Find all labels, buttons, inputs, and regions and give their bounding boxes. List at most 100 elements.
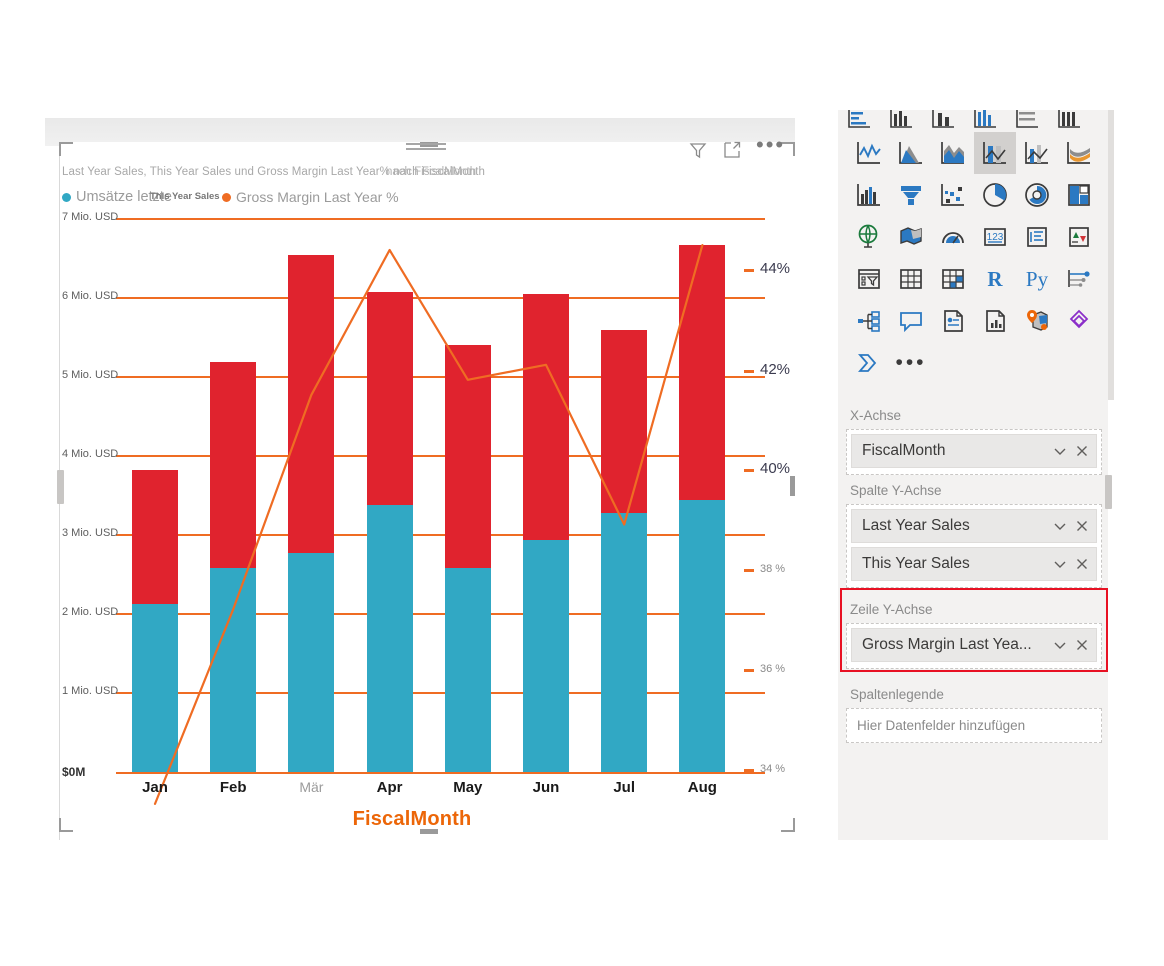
remove-field-icon[interactable] xyxy=(1074,443,1090,459)
bar-segment-last-year-sales[interactable] xyxy=(288,255,334,554)
legend-item-this-year-sales[interactable]: This Year Sales xyxy=(150,191,220,202)
field-pill[interactable]: FiscalMonth xyxy=(851,434,1097,468)
bar-segment-this-year-sales[interactable] xyxy=(210,568,256,772)
field-drop-zone[interactable]: FiscalMonth xyxy=(846,429,1102,475)
bar-column[interactable] xyxy=(601,330,647,772)
bar-column[interactable] xyxy=(210,362,256,772)
viz-icon-matrix[interactable] xyxy=(932,258,974,300)
viz-icon-power-apps[interactable] xyxy=(1058,300,1100,342)
field-well-label: Spalte Y-Achse xyxy=(838,475,1110,504)
bar-segment-this-year-sales[interactable] xyxy=(288,553,334,772)
svg-text:Py: Py xyxy=(1026,267,1049,291)
bar-segment-this-year-sales[interactable] xyxy=(445,568,491,772)
field-pill[interactable]: Gross Margin Last Yea... xyxy=(851,628,1097,662)
filter-icon[interactable] xyxy=(688,140,708,160)
bar-segment-this-year-sales[interactable] xyxy=(132,604,178,772)
field-pill-name: Gross Margin Last Yea... xyxy=(862,636,1046,654)
bar-segment-last-year-sales[interactable] xyxy=(523,294,569,540)
bar-segment-this-year-sales[interactable] xyxy=(679,500,725,772)
viz-icon-hundred-percent-stacked-bar[interactable] xyxy=(1006,110,1048,138)
viz-icon-card[interactable]: 123 xyxy=(974,216,1016,258)
bar-column[interactable] xyxy=(132,470,178,772)
visual-drag-handle[interactable] xyxy=(406,143,446,151)
viz-icon-gauge[interactable] xyxy=(932,216,974,258)
bar-segment-this-year-sales[interactable] xyxy=(523,540,569,772)
bar-segment-last-year-sales[interactable] xyxy=(367,292,413,505)
chevron-down-icon[interactable] xyxy=(1052,443,1068,459)
viz-icon-power-automate[interactable] xyxy=(848,342,890,384)
field-pill[interactable]: This Year Sales xyxy=(851,547,1097,581)
viz-icon-azure-map[interactable] xyxy=(1016,300,1058,342)
viz-icon-stacked-column-chart[interactable] xyxy=(922,110,964,138)
more-options-icon[interactable]: ••• xyxy=(756,140,776,160)
viz-icon-waterfall-chart[interactable] xyxy=(848,174,890,216)
viz-icon-filled-map[interactable] xyxy=(890,216,932,258)
field-pill[interactable]: Last Year Sales xyxy=(851,509,1097,543)
viz-icon-python-visual[interactable]: Py xyxy=(1016,258,1058,300)
viz-icon-pie-chart[interactable] xyxy=(974,174,1016,216)
viz-icon-ribbon-chart[interactable] xyxy=(1058,132,1100,174)
bar-segment-this-year-sales[interactable] xyxy=(367,505,413,772)
viz-icon-stacked-bar-chart[interactable] xyxy=(838,110,880,138)
focus-mode-icon[interactable] xyxy=(722,140,742,160)
viz-icon-kpi[interactable] xyxy=(1058,216,1100,258)
chevron-down-icon[interactable] xyxy=(1052,556,1068,572)
field-drop-zone-placeholder[interactable]: Hier Datenfelder hinzufügen xyxy=(846,708,1102,743)
viz-icon-map[interactable] xyxy=(848,216,890,258)
right-axis-tick xyxy=(744,669,754,672)
viz-icon-area-chart[interactable] xyxy=(890,132,932,174)
bar-segment-last-year-sales[interactable] xyxy=(445,345,491,568)
field-drop-zone[interactable]: Gross Margin Last Yea... xyxy=(846,623,1102,669)
viz-icon-r-script-visual[interactable]: R xyxy=(974,258,1016,300)
canvas-scroll-thumb-left[interactable] xyxy=(57,470,64,504)
viz-icon-smart-narrative[interactable] xyxy=(932,300,974,342)
resize-handle-bottom-right[interactable] xyxy=(781,818,795,832)
viz-icon-funnel-chart[interactable] xyxy=(890,174,932,216)
legend-item-gross-margin[interactable]: Gross Margin Last Year % xyxy=(222,189,399,205)
viz-icon-donut-chart[interactable] xyxy=(1016,174,1058,216)
chevron-down-icon[interactable] xyxy=(1052,637,1068,653)
gallery-clipped-row xyxy=(838,110,1110,138)
chevron-down-icon[interactable] xyxy=(1052,518,1068,534)
bar-segment-this-year-sales[interactable] xyxy=(601,513,647,772)
bar-column[interactable] xyxy=(367,292,413,772)
legend-color-dot xyxy=(222,193,231,202)
remove-field-icon[interactable] xyxy=(1074,556,1090,572)
bar-column[interactable] xyxy=(445,345,491,772)
viz-icon-decomposition-tree[interactable] xyxy=(848,300,890,342)
resize-handle-top-left[interactable] xyxy=(59,142,73,156)
bar-segment-last-year-sales[interactable] xyxy=(679,245,725,500)
gridline xyxy=(116,297,765,299)
viz-icon-multi-row-card[interactable] xyxy=(1016,216,1058,258)
remove-field-icon[interactable] xyxy=(1074,637,1090,653)
viz-icon-line-chart[interactable] xyxy=(848,132,890,174)
viz-icon-hundred-percent-stacked-column[interactable] xyxy=(1048,110,1090,138)
pane-scroll-thumb[interactable] xyxy=(1105,475,1112,509)
viz-icon-slicer[interactable] xyxy=(848,258,890,300)
visualizations-pane: 123 R Py xyxy=(838,110,1128,840)
bar-segment-last-year-sales[interactable] xyxy=(210,362,256,568)
resize-handle-right[interactable] xyxy=(790,476,795,496)
field-drop-zone[interactable]: Last Year Sales This Year Sales xyxy=(846,504,1102,588)
visualizations-pane-scrollbar[interactable] xyxy=(1108,110,1114,400)
viz-icon-key-influencers[interactable] xyxy=(1058,258,1100,300)
remove-field-icon[interactable] xyxy=(1074,518,1090,534)
viz-icon-treemap[interactable] xyxy=(1058,174,1100,216)
bar-segment-last-year-sales[interactable] xyxy=(132,470,178,604)
bar-column[interactable] xyxy=(679,245,725,772)
viz-icon-table[interactable] xyxy=(890,258,932,300)
bar-column[interactable] xyxy=(288,255,334,772)
viz-icon-clustered-bar-chart[interactable] xyxy=(964,110,1006,138)
viz-icon-clustered-column-chart[interactable] xyxy=(880,110,922,138)
bar-segment-last-year-sales[interactable] xyxy=(601,330,647,512)
viz-icon-scatter-chart[interactable] xyxy=(932,174,974,216)
visualizations-gallery: 123 R Py xyxy=(838,110,1110,384)
viz-icon-q-and-a[interactable] xyxy=(890,300,932,342)
viz-gallery-more-icon[interactable]: ••• xyxy=(890,342,932,384)
viz-icon-stacked-area-chart[interactable] xyxy=(932,132,974,174)
field-well-label: X-Achse xyxy=(838,400,1110,429)
bar-column[interactable] xyxy=(523,294,569,772)
viz-icon-line-and-clustered-column-chart[interactable] xyxy=(1016,132,1058,174)
viz-icon-paginated-report[interactable] xyxy=(974,300,1016,342)
viz-icon-line-and-stacked-column-chart[interactable] xyxy=(974,132,1016,174)
